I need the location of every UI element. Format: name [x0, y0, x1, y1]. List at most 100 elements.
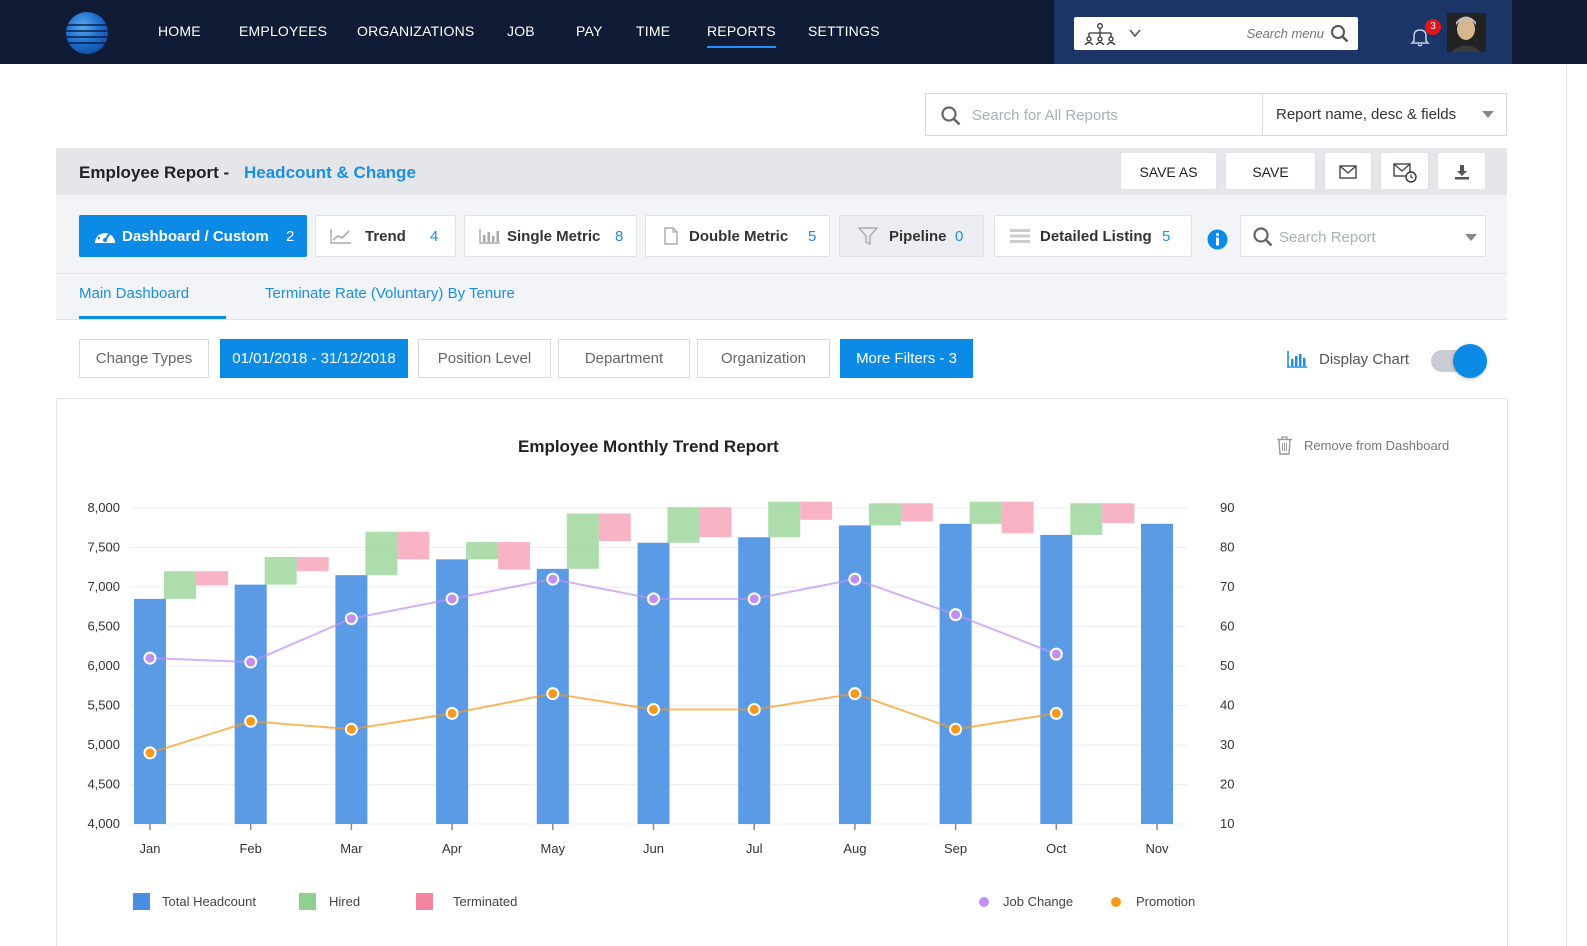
filter-organization[interactable]: Organization: [697, 339, 830, 378]
nav-job[interactable]: JOB: [507, 23, 535, 39]
terminated-bar: [598, 513, 631, 542]
trend-icon: [330, 229, 351, 244]
save-as-button[interactable]: SAVE AS: [1120, 152, 1217, 190]
list-icon: [1010, 229, 1030, 243]
legend-dot: [979, 897, 989, 907]
tab-trend[interactable]: Trend 4: [315, 215, 456, 257]
y-axis-right-tick: 90: [1220, 500, 1234, 515]
nav-home[interactable]: HOME: [158, 23, 201, 39]
tab-single-metric[interactable]: Single Metric 8: [464, 215, 637, 257]
terminated-bar: [699, 507, 732, 538]
search-divider: [1262, 94, 1263, 135]
job-change-line: [149, 578, 1057, 664]
tab-label: Detailed Listing: [1040, 228, 1152, 245]
promotion-point: [344, 722, 358, 736]
x-axis-label: Nov: [1145, 841, 1169, 856]
trend-chart: 4,000 4,500 5,000 5,500 6,000 6,500 7,000 7,500…: [87, 500, 1234, 856]
tab-label: Pipeline: [889, 228, 947, 245]
filter-department[interactable]: Department: [558, 339, 690, 378]
terminated-bar: [397, 531, 430, 560]
nav-organizations[interactable]: ORGANIZATIONS: [357, 23, 474, 39]
nav-settings[interactable]: SETTINGS: [808, 23, 880, 39]
legend-swatch: [416, 893, 433, 910]
schedule-email-button[interactable]: [1380, 152, 1429, 190]
save-button[interactable]: SAVE: [1225, 152, 1316, 190]
hired-bar: [264, 556, 297, 585]
search-scope-select[interactable]: Report name, desc & fields: [1276, 106, 1456, 123]
legend-dot: [1111, 897, 1121, 907]
menu-search-input[interactable]: [1214, 23, 1324, 43]
all-reports-search-input[interactable]: [972, 104, 1252, 126]
subtab-terminate-rate[interactable]: Terminate Rate (Voluntary) By Tenure: [265, 285, 515, 302]
promotion-point: [143, 746, 157, 760]
nav-time[interactable]: TIME: [636, 23, 670, 39]
more-filters-button[interactable]: More Filters - 3: [840, 339, 973, 378]
x-axis-label: Aug: [843, 841, 866, 856]
legend-label: Job Change: [1003, 894, 1074, 909]
toggle-knob: [1453, 344, 1487, 378]
tab-pipeline[interactable]: Pipeline 0: [839, 215, 984, 257]
job-change-point: [848, 572, 862, 586]
terminated-bar: [498, 541, 531, 570]
y-axis-left-tick: 6,000: [87, 658, 120, 673]
legend-label: Terminated: [453, 894, 518, 909]
search-report-input[interactable]: [1279, 226, 1449, 248]
org-chart-icon[interactable]: [1084, 23, 1116, 45]
display-chart-toggle[interactable]: [1431, 344, 1487, 378]
subtab-main-dashboard[interactable]: Main Dashboard: [79, 285, 189, 302]
scheduled-email-icon: [1392, 163, 1417, 183]
active-tab-pointer: [226, 258, 250, 272]
trash-icon: [1277, 436, 1292, 455]
y-axis-left-tick: 4,500: [87, 777, 120, 792]
tabs-area-border: [56, 319, 1507, 320]
nav-pay[interactable]: PAY: [576, 23, 603, 39]
company-logo[interactable]: [66, 12, 108, 54]
tab-dashboard-custom[interactable]: Dashboard / Custom 2: [79, 215, 307, 257]
x-axis-label: May: [541, 841, 566, 856]
hired-bar: [365, 531, 398, 576]
y-axis-right-tick: 10: [1220, 816, 1234, 831]
promotion-point: [546, 687, 560, 701]
dashboard-icon: [95, 229, 115, 243]
tab-count: 0: [955, 228, 964, 245]
remove-from-dashboard-label: Remove from Dashboard: [1304, 438, 1450, 453]
terminated-bar: [900, 503, 933, 522]
tab-detailed-listing[interactable]: Detailed Listing 5: [994, 215, 1192, 257]
headcount-bar: [134, 598, 166, 824]
hired-bar: [1070, 503, 1103, 535]
filter-position-level[interactable]: Position Level: [418, 339, 551, 378]
job-change-point: [445, 592, 459, 606]
tab-count: 5: [808, 228, 817, 245]
search-icon[interactable]: [1330, 24, 1349, 43]
job-change-point: [244, 655, 258, 669]
x-axis-label: Mar: [340, 841, 363, 856]
y-axis-left-tick: 5,000: [87, 737, 120, 752]
download-button[interactable]: [1437, 152, 1486, 190]
remove-from-dashboard-button[interactable]: Remove from Dashboard: [1276, 436, 1449, 458]
display-chart-control: Display Chart: [1287, 350, 1409, 372]
headcount-bar: [1141, 523, 1173, 824]
search-report-box: [1240, 215, 1486, 257]
user-avatar[interactable]: [1447, 13, 1486, 52]
caret-down-icon[interactable]: [1482, 111, 1494, 118]
filter-date-range[interactable]: 01/01/2018 - 31/12/2018: [220, 339, 408, 378]
promotion-point: [244, 714, 258, 728]
y-axis-right-tick: 60: [1220, 619, 1234, 634]
info-icon[interactable]: [1207, 229, 1228, 250]
tab-double-metric[interactable]: Double Metric 5: [645, 215, 830, 257]
email-button[interactable]: [1324, 152, 1372, 190]
headcount-bar: [536, 568, 569, 824]
bar-chart-icon: [1287, 351, 1307, 368]
y-axis-right-tick: 40: [1220, 698, 1234, 713]
tab-count: 8: [615, 228, 624, 245]
terminated-bar: [800, 501, 833, 520]
nav-employees[interactable]: EMPLOYEES: [239, 23, 327, 39]
nav-reports[interactable]: REPORTS: [707, 23, 776, 48]
headcount-bar: [637, 542, 670, 824]
caret-down-icon[interactable]: [1465, 234, 1477, 241]
filter-change-types[interactable]: Change Types: [79, 339, 209, 378]
chevron-down-icon[interactable]: [1128, 26, 1142, 40]
hired-bar: [868, 503, 901, 526]
page-border-right: [1566, 64, 1567, 946]
headcount-bar: [738, 537, 771, 824]
